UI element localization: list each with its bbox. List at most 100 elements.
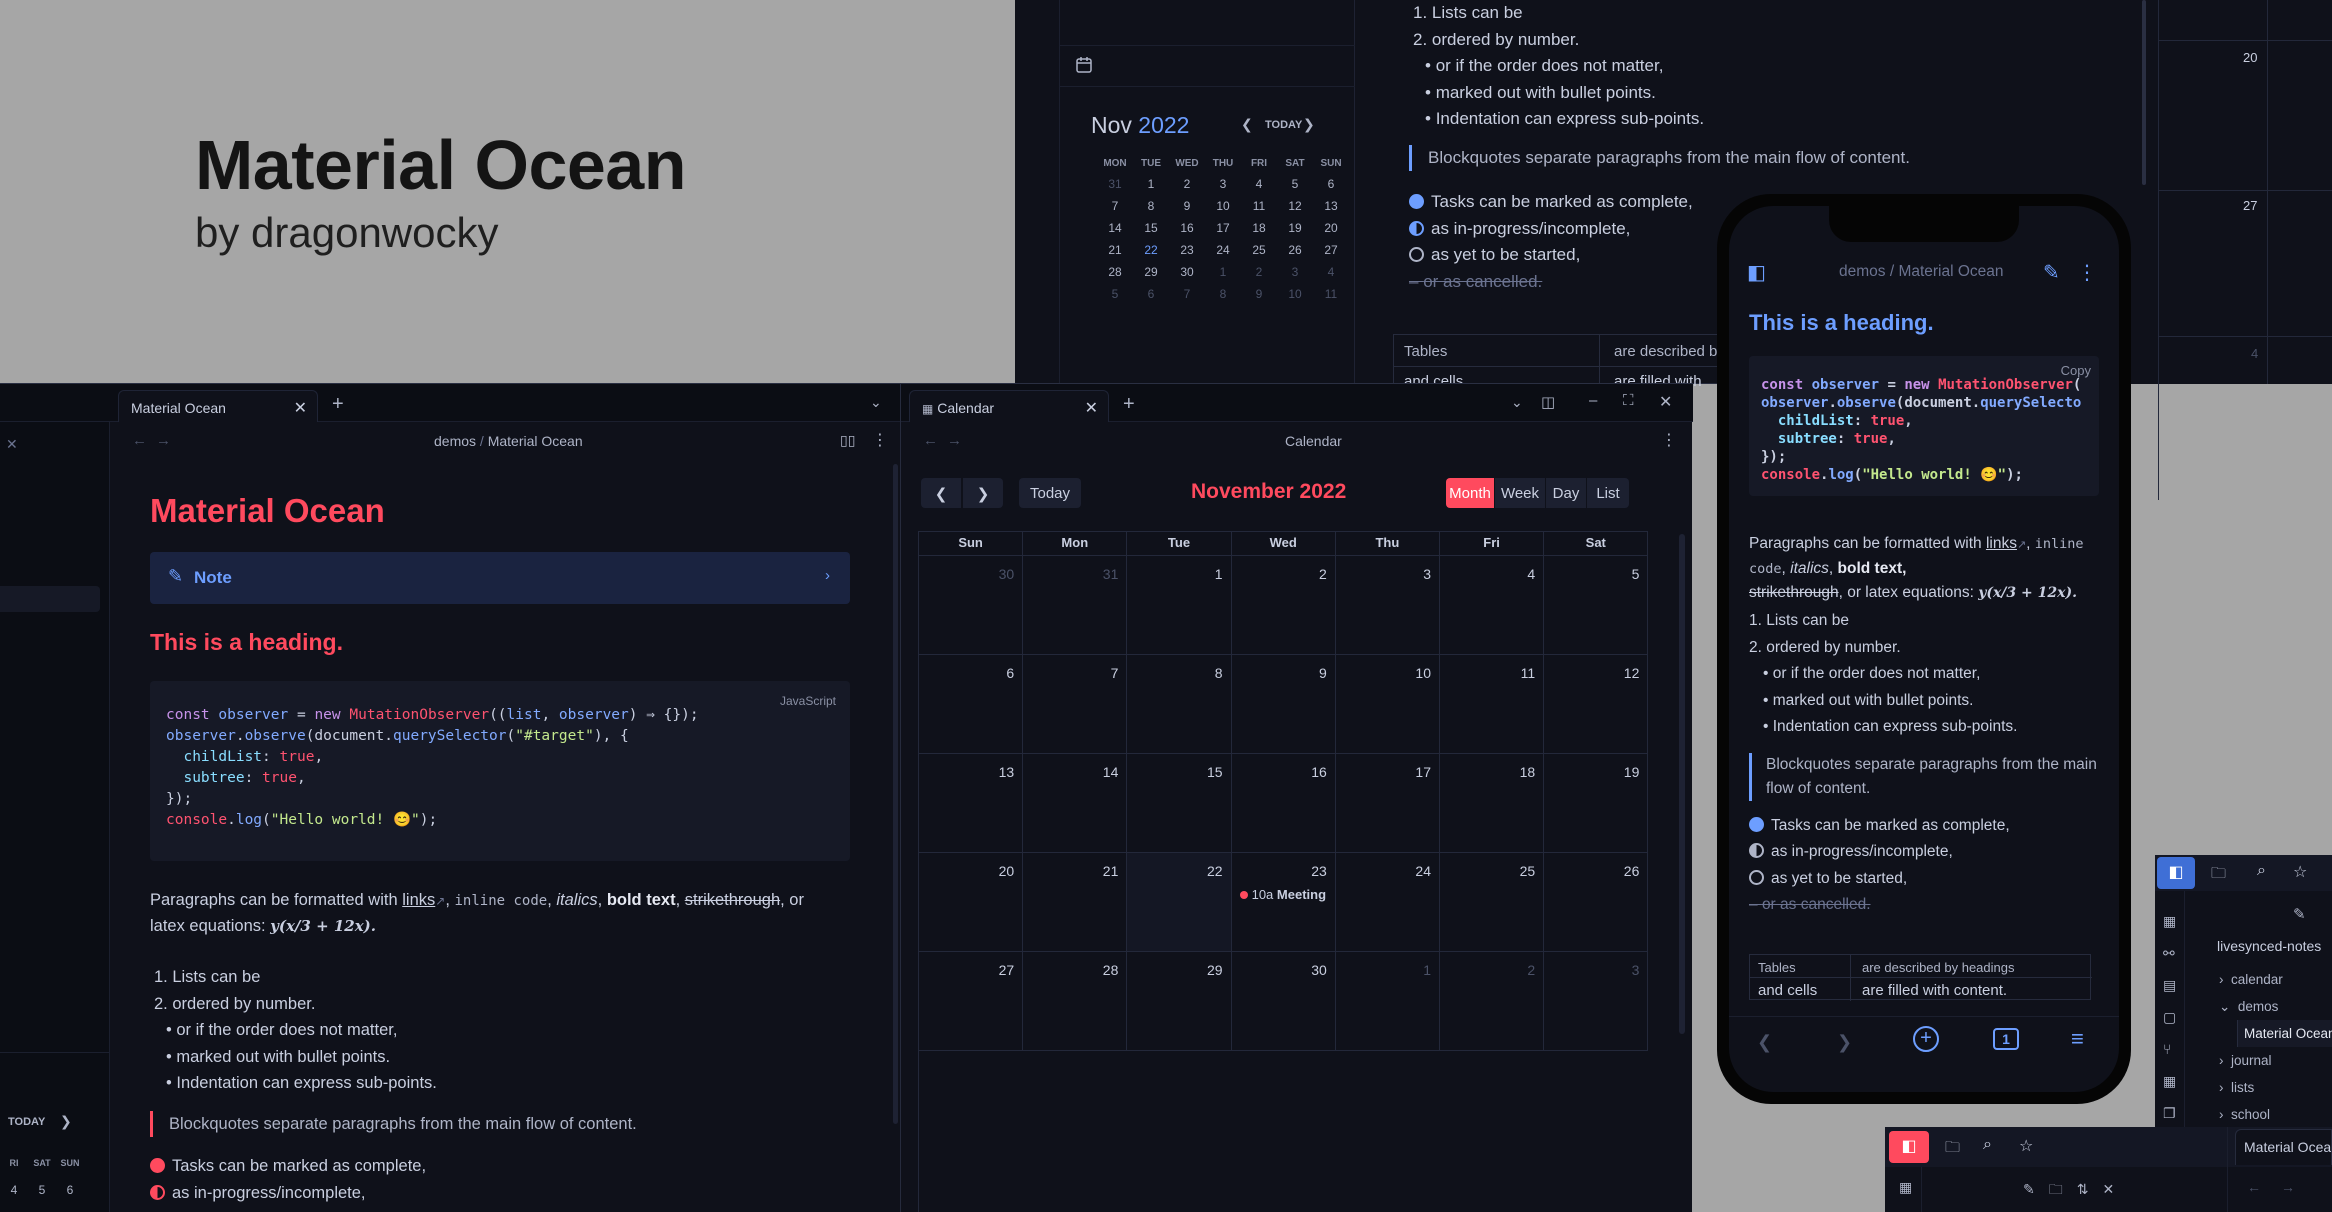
- back-icon[interactable]: ←: [132, 432, 147, 449]
- tab-material-ocean[interactable]: Material Ocea: [2235, 1129, 2332, 1165]
- close-icon[interactable]: ✕: [294, 398, 307, 418]
- new-tab-icon[interactable]: +: [1123, 393, 1135, 416]
- back-icon[interactable]: ←: [2247, 1179, 2261, 1195]
- mini-cal-day[interactable]: 5: [1279, 177, 1311, 191]
- mini-cal-day[interactable]: 31: [1099, 177, 1131, 191]
- split-icon[interactable]: ◫: [1541, 393, 1555, 411]
- search-icon[interactable]: ⌕: [1983, 1136, 1992, 1154]
- mini-cal-day[interactable]: 2: [1171, 177, 1203, 191]
- window-close-icon[interactable]: ✕: [1659, 392, 1672, 412]
- mini-cal-day[interactable]: 4: [0, 1183, 28, 1197]
- mini-cal-day[interactable]: 16: [1171, 221, 1203, 235]
- mini-cal-day[interactable]: 29: [1135, 265, 1167, 279]
- mini-cal-day[interactable]: 19: [1279, 221, 1311, 235]
- mini-cal-day[interactable]: 24: [1207, 243, 1239, 257]
- tab-material-ocean[interactable]: Material Ocean ✕: [118, 390, 318, 422]
- calendar-day-cell[interactable]: 14: [1023, 754, 1128, 853]
- mini-cal-day[interactable]: 8: [1135, 199, 1167, 213]
- calendar-day-cell[interactable]: 2: [1440, 952, 1545, 1051]
- breadcrumb-file[interactable]: Material Ocean: [488, 433, 583, 449]
- mini-cal-day[interactable]: 13: [1315, 199, 1347, 213]
- tree-folder-demos[interactable]: ⌄ demos: [2219, 993, 2332, 1020]
- calendar-event[interactable]: 10a Meeting: [1239, 887, 1327, 902]
- link[interactable]: links: [1986, 535, 2017, 552]
- calendar-day-cell[interactable]: 19: [1544, 754, 1649, 853]
- graph-icon[interactable]: ⚯: [2163, 937, 2183, 969]
- mini-cal-day[interactable]: 22: [1135, 243, 1167, 257]
- link[interactable]: links: [402, 891, 435, 909]
- calendar-day-cell[interactable]: 12: [1544, 655, 1649, 754]
- mini-cal-day[interactable]: 30: [1171, 265, 1203, 279]
- calendar-day-cell[interactable]: 16: [1231, 754, 1336, 853]
- calendar-day-cell[interactable]: 20: [919, 853, 1024, 952]
- list-view-button[interactable]: List: [1587, 478, 1629, 508]
- mini-cal-day[interactable]: 10: [1207, 199, 1239, 213]
- calendar-icon[interactable]: [1075, 56, 1093, 74]
- mini-cal-day[interactable]: 9: [1171, 199, 1203, 213]
- calendar-day-cell[interactable]: 4: [1440, 556, 1545, 655]
- back-icon[interactable]: ←: [923, 432, 938, 449]
- more-options-icon[interactable]: ⋮: [872, 430, 888, 450]
- sidebar-toggle-icon[interactable]: ◧: [1747, 260, 1766, 285]
- sidebar-toggle-icon[interactable]: ◧: [1889, 1131, 1929, 1163]
- mini-cal-day[interactable]: 3: [1207, 177, 1239, 191]
- mini-cal-day[interactable]: 2: [1243, 265, 1275, 279]
- calendar-day-cell[interactable]: 6: [919, 655, 1024, 754]
- mini-cal-day[interactable]: 18: [1243, 221, 1275, 235]
- mini-cal-day[interactable]: 12: [1279, 199, 1311, 213]
- calendar-day-cell[interactable]: 28: [1023, 952, 1128, 1051]
- mini-cal-day[interactable]: 6: [56, 1183, 84, 1197]
- more-options-icon[interactable]: ⋮: [1661, 430, 1677, 450]
- mini-cal-day[interactable]: 8: [1207, 287, 1239, 301]
- mini-cal-day[interactable]: 25: [1243, 243, 1275, 257]
- calendar-day-cell[interactable]: 26: [1544, 853, 1649, 952]
- copy-icon[interactable]: ❐: [2163, 1097, 2183, 1129]
- mini-cal-day[interactable]: 1: [1207, 265, 1239, 279]
- calendar-day-cell[interactable]: 11: [1440, 655, 1545, 754]
- calendar-day-cell[interactable]: 5: [1544, 556, 1649, 655]
- sort-icon[interactable]: ⇅: [2077, 1181, 2103, 1197]
- mini-cal-day[interactable]: 27: [1315, 243, 1347, 257]
- tree-file-material-ocean[interactable]: Material Ocean: [2237, 1020, 2332, 1047]
- mini-cal-day[interactable]: 21: [1099, 243, 1131, 257]
- calendar-icon[interactable]: ▦: [2163, 905, 2183, 937]
- forward-icon[interactable]: ❯: [1837, 1032, 1852, 1053]
- more-options-icon[interactable]: ⋮: [2077, 260, 2097, 285]
- calendar-day-cell[interactable]: 9: [1231, 655, 1336, 754]
- star-icon[interactable]: ☆: [2293, 862, 2307, 882]
- task-progress[interactable]: as in-progress/incomplete,: [1749, 839, 2111, 866]
- mini-cal-prev-icon[interactable]: ❮: [1241, 116, 1253, 133]
- task-progress[interactable]: as in-progress/incomplete,: [150, 1180, 850, 1207]
- mini-cal-day[interactable]: 7: [1099, 199, 1131, 213]
- next-icon[interactable]: ❯: [60, 1113, 72, 1130]
- calendar-day-cell[interactable]: 21: [1023, 853, 1128, 952]
- calendar-day-cell[interactable]: 27: [919, 952, 1024, 1051]
- new-tab-icon[interactable]: +: [332, 393, 344, 416]
- calendar-day-cell[interactable]: 23 10a Meeting: [1231, 853, 1336, 952]
- collapse-icon[interactable]: ✕: [6, 436, 18, 453]
- tree-folder-lists[interactable]: › lists: [2219, 1074, 2332, 1101]
- mini-cal-day[interactable]: 20: [1315, 221, 1347, 235]
- calendar-day-cell[interactable]: 1: [1335, 952, 1440, 1051]
- forward-icon[interactable]: →: [156, 432, 171, 449]
- forward-icon[interactable]: →: [947, 432, 962, 449]
- calendar-icon[interactable]: ▦: [2163, 1065, 2183, 1097]
- task-todo[interactable]: as yet to be started,: [1749, 866, 2111, 893]
- mini-cal-day[interactable]: 9: [1243, 287, 1275, 301]
- mini-cal-day[interactable]: 23: [1171, 243, 1203, 257]
- mini-cal-day[interactable]: 6: [1315, 177, 1347, 191]
- chevron-right-icon[interactable]: ›: [825, 567, 830, 584]
- collapse-icon[interactable]: ✕: [2102, 1181, 2128, 1197]
- mini-cal-today-button[interactable]: TODAY: [1265, 119, 1302, 131]
- mini-cal-day[interactable]: 6: [1135, 287, 1167, 301]
- chevron-down-icon[interactable]: ⌄: [1511, 394, 1523, 411]
- calendar-day-cell[interactable]: 30: [1231, 952, 1336, 1051]
- calendar-day-cell[interactable]: 7: [1023, 655, 1128, 754]
- mini-cal-day[interactable]: 11: [1243, 199, 1275, 213]
- mini-cal-day[interactable]: 17: [1207, 221, 1239, 235]
- calendar-day-cell[interactable]: 17: [1335, 754, 1440, 853]
- star-icon[interactable]: ☆: [2019, 1136, 2033, 1156]
- new-note-icon[interactable]: ✎: [2293, 905, 2306, 923]
- mini-cal-day[interactable]: 10: [1279, 287, 1311, 301]
- mini-cal-day[interactable]: 5: [28, 1183, 56, 1197]
